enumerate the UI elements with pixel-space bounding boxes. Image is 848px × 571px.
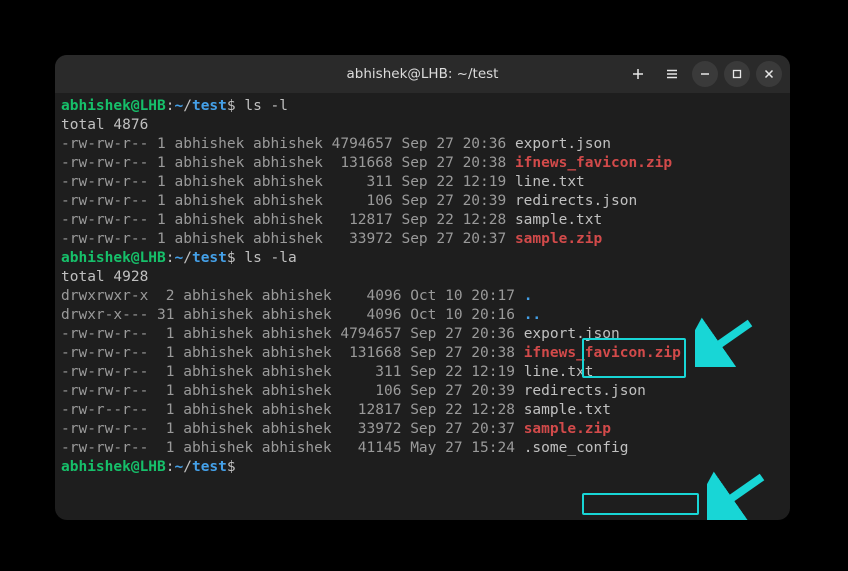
ls-row: -rw-rw-r-- 1 abhishek abhishek 131668 Se… — [61, 155, 515, 171]
ls-row: -rw-rw-r-- 1 abhishek abhishek 41145 May… — [61, 440, 524, 456]
file-name: .. — [524, 307, 541, 323]
ls-row: -rw-rw-r-- 1 abhishek abhishek 33972 Sep… — [61, 421, 524, 437]
file-name: sample.txt — [524, 402, 611, 418]
plus-icon — [631, 67, 645, 81]
file-name: . — [524, 288, 533, 304]
ls-row: drwxrwxr-x 2 abhishek abhishek 4096 Oct … — [61, 288, 524, 304]
file-name: ifnews_favicon.zip — [515, 155, 672, 171]
ls-row: -rw-rw-r-- 1 abhishek abhishek 131668 Se… — [61, 345, 524, 361]
ls-row: -rw-rw-r-- 1 abhishek abhishek 12817 Sep… — [61, 212, 515, 228]
maximize-icon — [732, 69, 742, 79]
prompt-user: abhishek@LHB — [61, 459, 166, 475]
close-icon — [764, 69, 774, 79]
maximize-button[interactable] — [724, 61, 750, 87]
terminal-body[interactable]: abhishek@LHB:~/test$ ls -l total 4876 -r… — [55, 93, 790, 520]
ls-row: -rw-rw-r-- 1 abhishek abhishek 33972 Sep… — [61, 231, 515, 247]
file-name: export.json — [515, 136, 611, 152]
command: ls -la — [244, 250, 296, 266]
new-tab-button[interactable] — [624, 55, 652, 93]
ls-row: -rw-rw-r-- 1 abhishek abhishek 4794657 S… — [61, 136, 515, 152]
file-name: sample.txt — [515, 212, 602, 228]
file-name: redirects.json — [515, 193, 637, 209]
file-name: sample.zip — [515, 231, 602, 247]
ls-row: -rw-rw-r-- 1 abhishek abhishek 106 Sep 2… — [61, 383, 524, 399]
minimize-button[interactable] — [692, 61, 718, 87]
minimize-icon — [700, 69, 710, 79]
ls-row: -rw-rw-r-- 1 abhishek abhishek 106 Sep 2… — [61, 193, 515, 209]
ls-row: -rw-rw-r-- 1 abhishek abhishek 4794657 S… — [61, 326, 524, 342]
prompt-user: abhishek@LHB — [61, 250, 166, 266]
close-button[interactable] — [756, 61, 782, 87]
file-name: sample.zip — [524, 421, 611, 437]
ls-row: -rw-rw-r-- 1 abhishek abhishek 311 Sep 2… — [61, 364, 524, 380]
prompt-user: abhishek@LHB — [61, 98, 166, 114]
window-controls — [624, 55, 782, 93]
prompt-path: ~ — [175, 459, 184, 475]
menu-button[interactable] — [658, 55, 686, 93]
total-line: total 4928 — [61, 269, 148, 285]
file-name: ifnews_favicon.zip — [524, 345, 681, 361]
total-line: total 4876 — [61, 117, 148, 133]
command: ls -l — [244, 98, 288, 114]
file-name: .some_config — [524, 440, 629, 456]
ls-row: -rw-rw-r-- 1 abhishek abhishek 311 Sep 2… — [61, 174, 515, 190]
file-name: export.json — [524, 326, 620, 342]
prompt-path: ~ — [175, 98, 184, 114]
titlebar: abhishek@LHB: ~/test — [55, 55, 790, 93]
window-title: abhishek@LHB: ~/test — [347, 66, 499, 82]
file-name: line.txt — [524, 364, 594, 380]
hamburger-icon — [665, 67, 679, 81]
ls-row: drwxr-x--- 31 abhishek abhishek 4096 Oct… — [61, 307, 524, 323]
terminal-window: abhishek@LHB: ~/test abhishek@LHB:~/test… — [55, 55, 790, 520]
file-name: redirects.json — [524, 383, 646, 399]
ls-row: -rw-r--r-- 1 abhishek abhishek 12817 Sep… — [61, 402, 524, 418]
prompt-path: ~ — [175, 250, 184, 266]
file-name: line.txt — [515, 174, 585, 190]
